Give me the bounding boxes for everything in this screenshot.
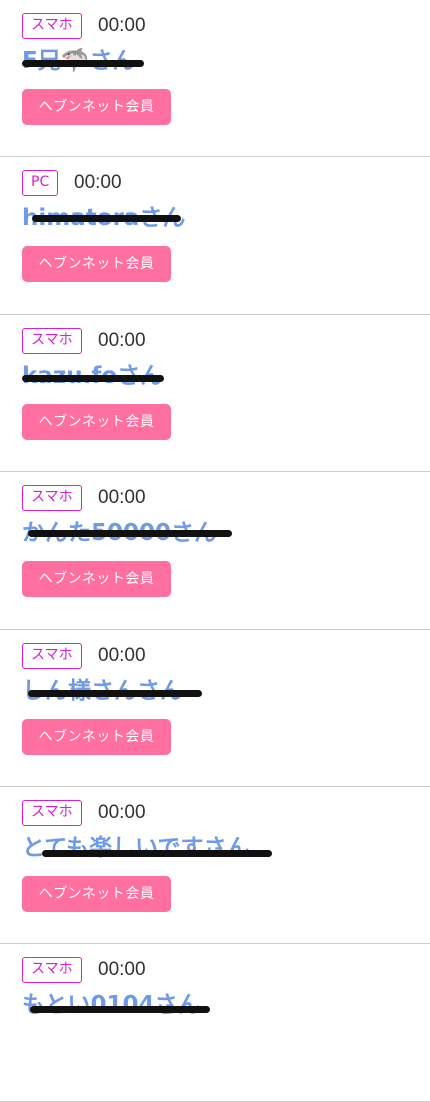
list-item: スマホ 00:00 もとい0104さん bbox=[0, 944, 430, 1102]
member-badge-button[interactable]: ヘブンネット会員 bbox=[22, 718, 171, 755]
list-item: スマホ 00:00 F兄🦈さん ヘブンネット会員 bbox=[0, 0, 430, 158]
list-item: スマホ 00:00 しん様さんさん ヘブンネット会員 bbox=[0, 630, 430, 787]
visitor-list: スマホ 00:00 F兄🦈さん ヘブンネット会員 PC 00:00 himato… bbox=[0, 0, 430, 1102]
member-badge-button[interactable]: ヘブンネット会員 bbox=[22, 561, 171, 598]
redaction-bar bbox=[28, 530, 232, 538]
redaction-bar bbox=[22, 374, 164, 382]
visit-time: 00:00 bbox=[98, 487, 146, 509]
visit-time: 00:00 bbox=[98, 15, 146, 36]
device-badge: スマホ bbox=[22, 13, 82, 39]
user-name-link[interactable]: とても楽しいですさん bbox=[22, 831, 249, 865]
redaction-bar bbox=[22, 60, 144, 67]
device-badge: スマホ bbox=[22, 327, 82, 354]
visit-time: 00:00 bbox=[98, 644, 146, 666]
device-badge: スマホ bbox=[22, 642, 82, 669]
member-badge-button[interactable]: ヘブンネット会員 bbox=[22, 89, 171, 125]
list-item: PC 00:00 himatoraさん ヘブンネット会員 bbox=[0, 157, 430, 315]
device-badge: スマホ bbox=[22, 957, 82, 984]
member-badge-button[interactable]: ヘブンネット会員 bbox=[22, 403, 171, 440]
user-name-link[interactable]: もとい0104さん bbox=[22, 988, 201, 1022]
visit-time: 00:00 bbox=[98, 801, 146, 823]
visit-time: 00:00 bbox=[98, 329, 146, 351]
member-badge-button[interactable]: ヘブンネット会員 bbox=[22, 246, 171, 283]
device-badge: PC bbox=[22, 170, 59, 197]
redaction-bar bbox=[28, 689, 202, 697]
device-badge: スマホ bbox=[22, 799, 82, 826]
visit-time: 00:00 bbox=[98, 959, 146, 981]
list-item: スマホ 00:00 kazu.foさん ヘブンネット会員 bbox=[0, 315, 430, 473]
list-item: スマホ 00:00 かんた50000さん ヘブンネット会員 bbox=[0, 472, 430, 630]
member-badge-button[interactable]: ヘブンネット会員 bbox=[22, 875, 171, 912]
list-item: スマホ 00:00 とても楽しいですさん ヘブンネット会員 bbox=[0, 787, 430, 945]
redaction-bar bbox=[42, 849, 272, 857]
redaction-bar bbox=[30, 1006, 210, 1014]
visit-time: 00:00 bbox=[74, 172, 122, 194]
redaction-bar bbox=[32, 215, 181, 223]
device-badge: スマホ bbox=[22, 485, 82, 512]
